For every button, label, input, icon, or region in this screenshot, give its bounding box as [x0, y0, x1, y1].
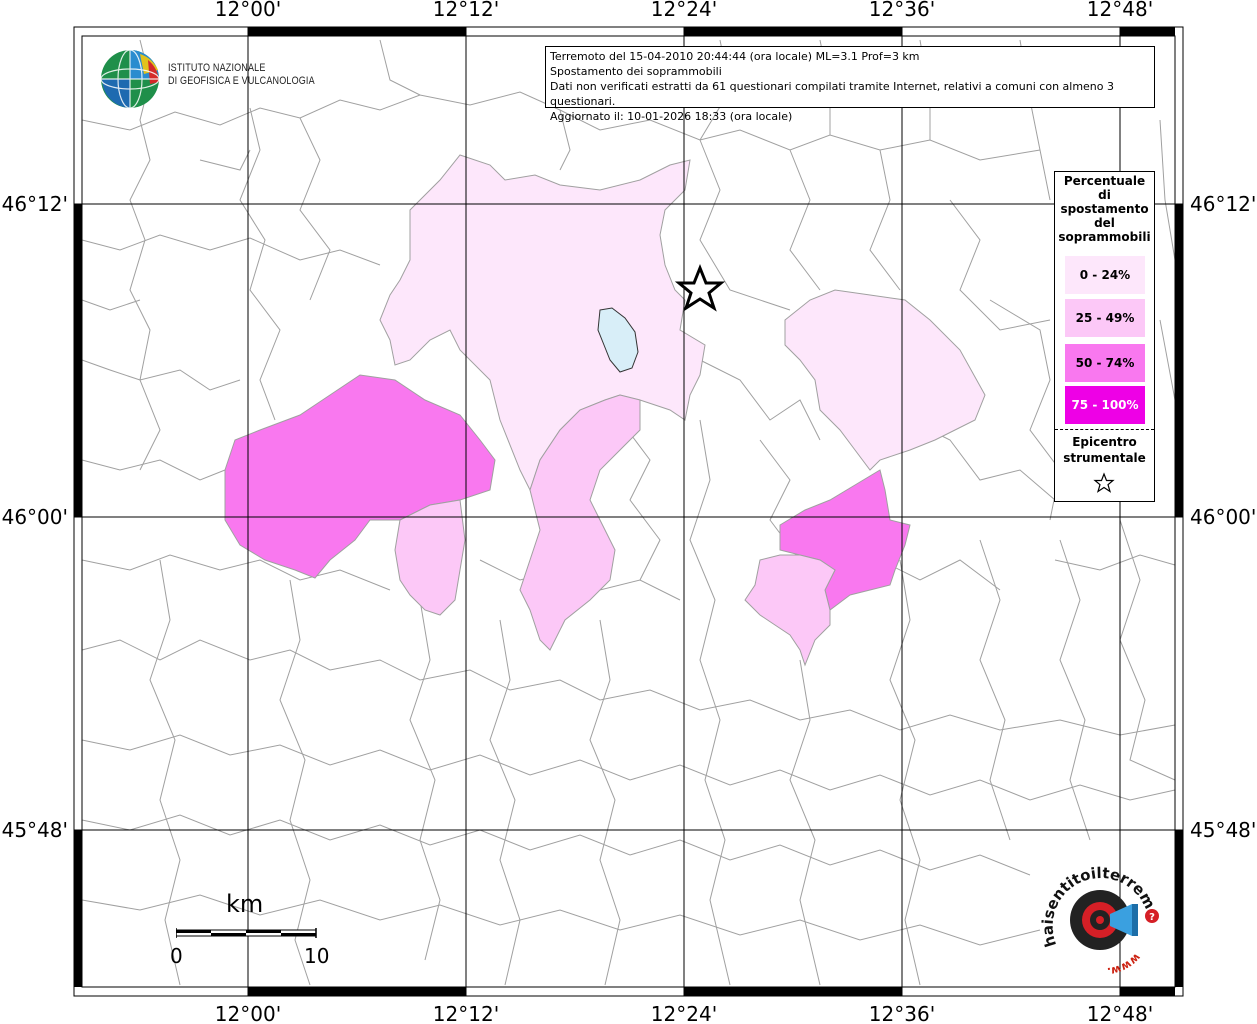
legend-item-1: 25 - 49% — [1065, 299, 1145, 337]
x-label-bottom-3: 12°36' — [869, 1002, 935, 1024]
event-title: Terremoto del 15-04-2010 20:44:44 (ora l… — [550, 50, 920, 63]
y-label-right-2: 45°48' — [1190, 818, 1256, 842]
legend-title-line: spostamento — [1060, 202, 1149, 216]
legend-title-line: soprammobili — [1058, 230, 1151, 244]
ingv-line1: ISTITUTO NAZIONALE — [168, 62, 266, 74]
x-label-top-2: 12°24' — [651, 0, 717, 21]
x-label-bottom-4: 12°48' — [1087, 1002, 1153, 1024]
x-label-top-3: 12°36' — [869, 0, 935, 21]
scale-unit: km — [226, 890, 264, 918]
legend-title-line: Percentuale — [1063, 174, 1146, 188]
target-megaphone-icon: haisentitoilterremoto.it www. ? — [1033, 844, 1162, 978]
star-icon — [1093, 472, 1115, 493]
x-label-top-1: 12°12' — [433, 0, 499, 21]
y-label-left-2: 45°48' — [2, 818, 68, 842]
x-label-bottom-1: 12°12' — [433, 1002, 499, 1024]
x-label-top-4: 12°48' — [1087, 0, 1153, 21]
legend-title: Percentuale di spostamento del soprammob… — [1055, 172, 1154, 244]
event-info-box: Terremoto del 15-04-2010 20:44:44 (ora l… — [545, 46, 1155, 123]
x-label-top-0: 12°00' — [215, 0, 281, 21]
legend-title-line: del — [1094, 216, 1115, 230]
scale-min-label: 0 — [170, 944, 183, 968]
y-label-right-0: 46°12' — [1190, 192, 1256, 216]
ingv-name: ISTITUTO NAZIONALE DI GEOFISICA E VULCAN… — [168, 62, 315, 88]
globe-icon — [100, 49, 160, 109]
hai-sentito-logo: haisentitoilterremoto.it www. ? — [1033, 844, 1168, 978]
event-note: Dati non verificati estratti da 61 quest… — [550, 80, 1115, 108]
legend-separator — [1055, 429, 1154, 430]
y-label-left-1: 46°00' — [2, 505, 68, 529]
scale-ruler — [176, 928, 317, 938]
scale-max-label: 10 — [304, 944, 330, 968]
legend-epicenter-line: strumentale — [1063, 451, 1146, 465]
x-label-bottom-2: 12°24' — [651, 1002, 717, 1024]
svg-text:?: ? — [1149, 912, 1155, 923]
ingv-line2: DI GEOFISICA E VULCANOLOGIA — [168, 75, 315, 87]
scale-bar: km 0 10 — [170, 890, 330, 970]
y-label-right-1: 46°00' — [1190, 505, 1256, 529]
legend-epicenter-line: Epicentro — [1072, 435, 1137, 449]
ingv-logo: ISTITUTO NAZIONALE DI GEOFISICA E VULCAN… — [100, 48, 315, 110]
legend-title-line: di — [1098, 188, 1111, 202]
x-label-bottom-0: 12°00' — [215, 1002, 281, 1024]
legend-item-0: 0 - 24% — [1065, 256, 1145, 294]
y-label-left-0: 46°12' — [2, 192, 68, 216]
svg-text:www.: www. — [1106, 951, 1143, 978]
event-subtitle: Spostamento dei soprammobili — [550, 65, 722, 78]
sentito-url: www. — [1106, 951, 1143, 978]
event-updated: Aggiornato il: 10-01-2026 18:33 (ora loc… — [550, 110, 793, 123]
legend-item-2: 50 - 74% — [1065, 344, 1145, 382]
legend-item-3: 75 - 100% — [1065, 386, 1145, 424]
legend-epicenter-label: Epicentro strumentale — [1055, 434, 1154, 466]
legend: Percentuale di spostamento del soprammob… — [1054, 171, 1155, 502]
